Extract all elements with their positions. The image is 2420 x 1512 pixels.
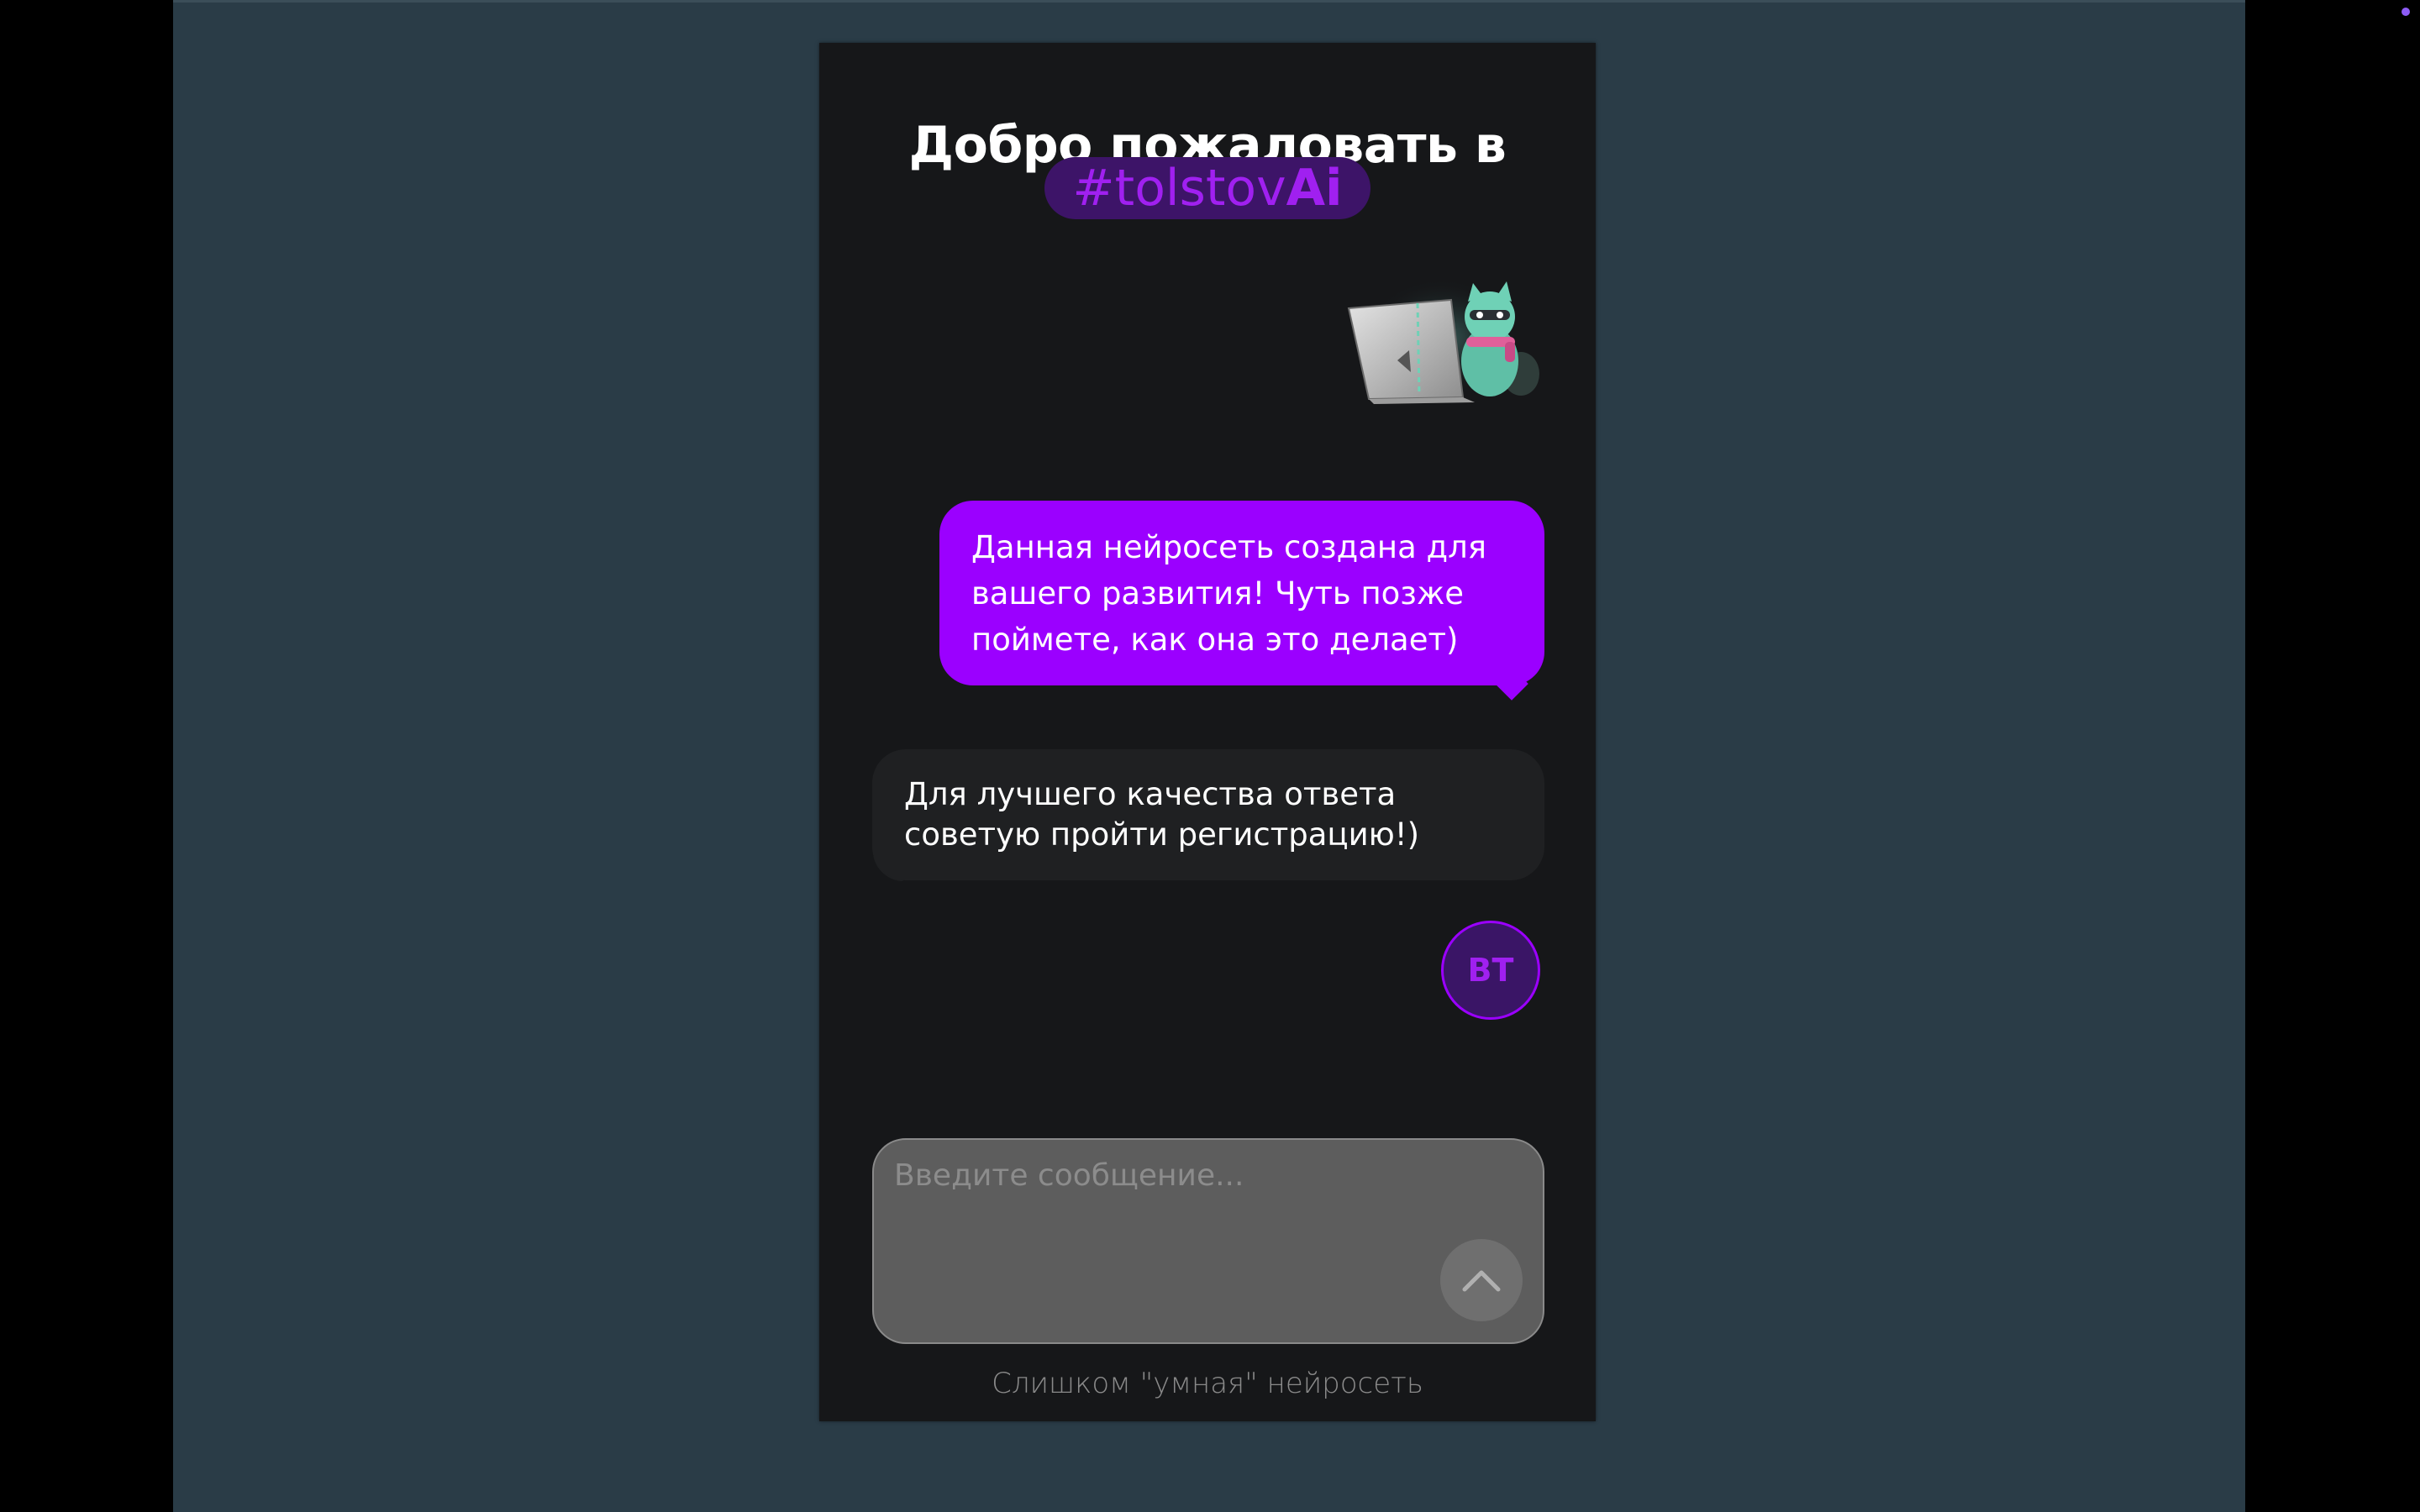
footer-note: Слишком "умная" нейросеть bbox=[992, 1367, 1423, 1400]
raccoon-laptop-mascot-icon bbox=[1347, 278, 1539, 404]
send-button[interactable] bbox=[1440, 1239, 1523, 1321]
screen: Добро пожаловать в #tolstovAi Данная ней… bbox=[0, 0, 2420, 1512]
status-dot-icon bbox=[2402, 8, 2410, 16]
user-avatar[interactable]: BT bbox=[1441, 921, 1540, 1020]
brand-name-prefix: #tolstov bbox=[1072, 159, 1286, 218]
brand-pill: #tolstovAi bbox=[1044, 157, 1370, 219]
message-composer bbox=[872, 1138, 1544, 1344]
bot-message-bubble: Данная нейросеть создана для вашего разв… bbox=[939, 501, 1544, 685]
chevron-up-icon bbox=[1462, 1270, 1501, 1292]
message-input[interactable] bbox=[892, 1157, 1434, 1328]
bot-message-bubble: Для лучшего качества ответа советую прой… bbox=[872, 749, 1544, 880]
brand-name-suffix: Ai bbox=[1286, 159, 1343, 218]
chat-panel: Добро пожаловать в #tolstovAi Данная ней… bbox=[819, 43, 1596, 1421]
